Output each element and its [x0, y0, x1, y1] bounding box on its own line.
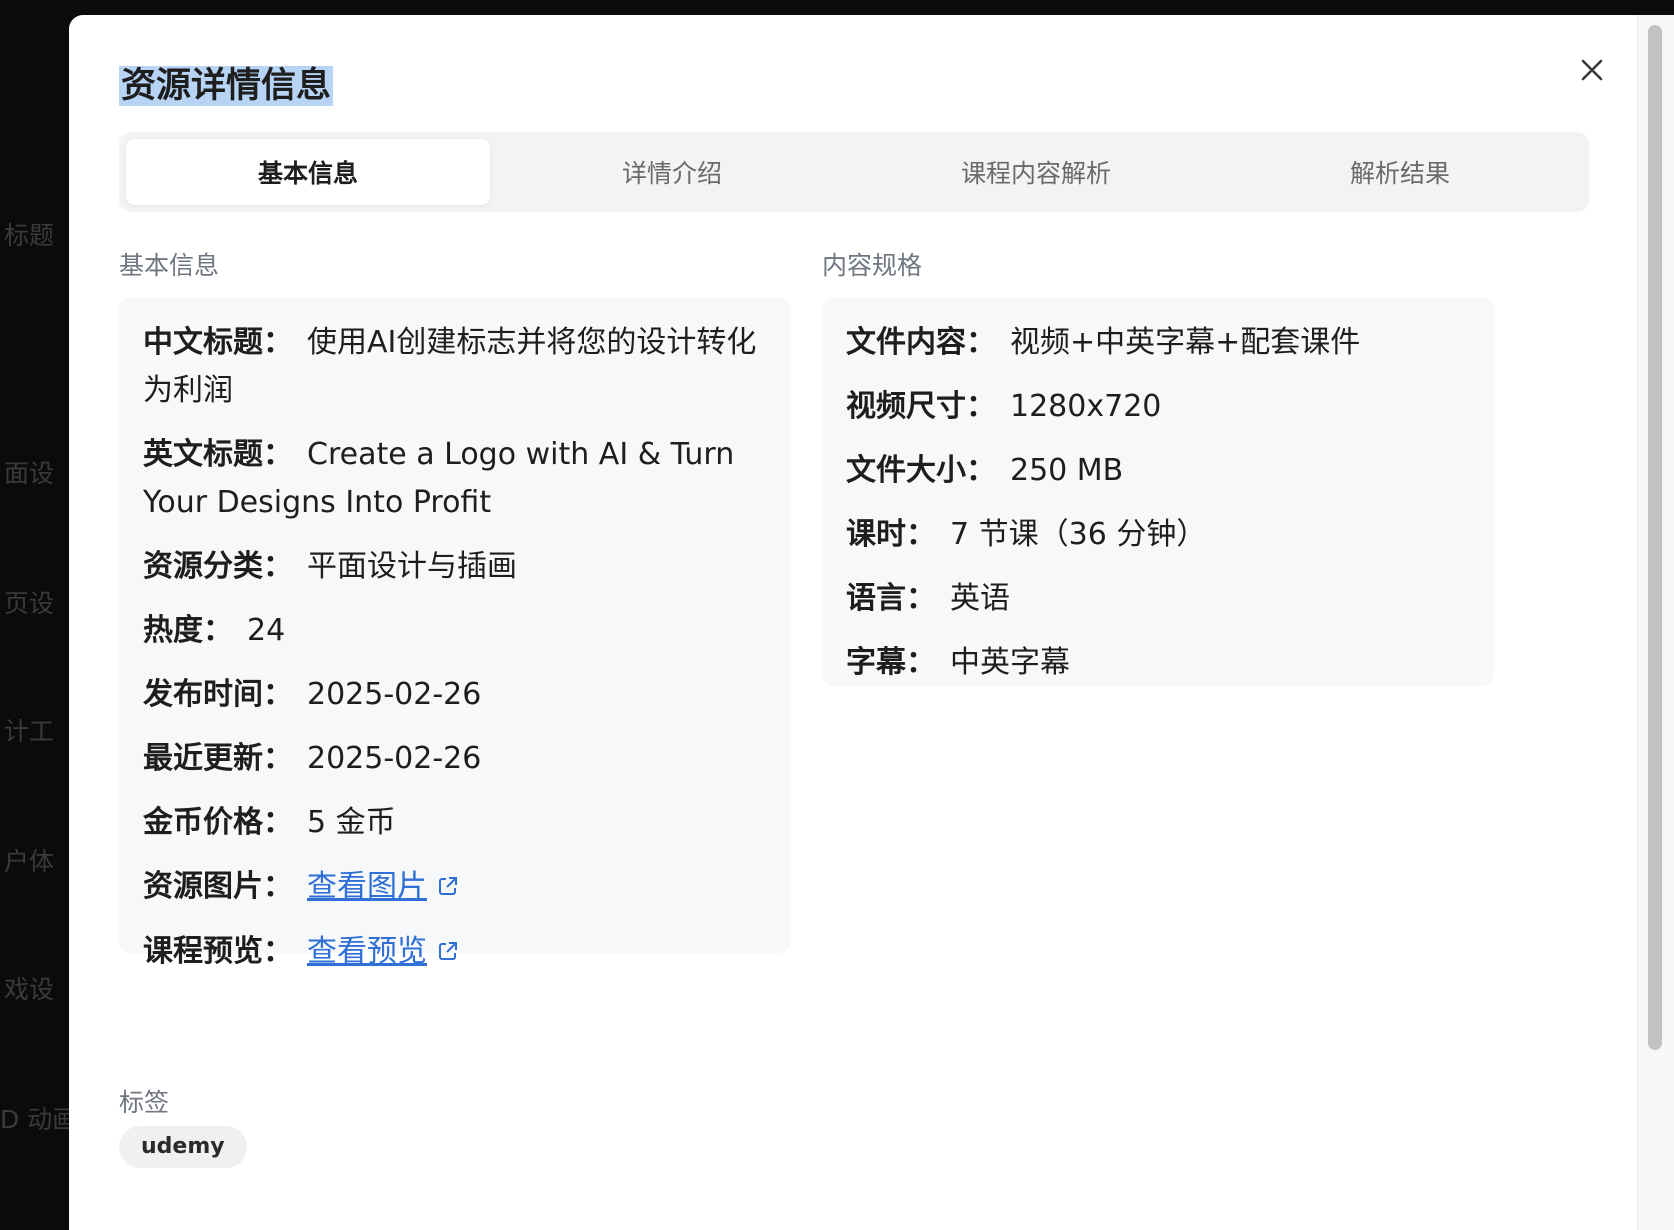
info-row-last-updated: 最近更新： 2025-02-26: [143, 735, 767, 783]
tab-basic-info[interactable]: 基本信息: [126, 139, 490, 205]
info-key: 金币价格：: [143, 805, 293, 840]
info-value: 24: [247, 613, 286, 648]
background-fragment: 页设: [4, 589, 55, 618]
content-spec-section-label: 内容规格: [822, 251, 923, 280]
tab-analysis-result[interactable]: 解析结果: [1218, 139, 1582, 205]
spec-key: 课时：: [846, 517, 936, 552]
info-key: 发布时间：: [143, 677, 293, 712]
dialog-title-text: 资源详情信息: [119, 66, 334, 106]
background-fragment: 户体: [4, 847, 55, 876]
external-link-icon[interactable]: [437, 864, 459, 912]
dialog-title: 资源详情信息: [119, 59, 334, 113]
spec-row-file-size: 文件大小： 250 MB: [846, 447, 1470, 495]
tab-bar: 基本信息 详情介绍 课程内容解析 解析结果: [119, 132, 1589, 212]
content-spec-panel: 文件内容： 视频+中英字幕+配套课件 视频尺寸： 1280x720 文件大小： 250…: [822, 297, 1494, 686]
tab-course-content-analysis[interactable]: 课程内容解析: [854, 139, 1218, 205]
info-row-course-preview: 课程预览： 查看预览: [143, 928, 767, 977]
info-key: 最近更新：: [143, 741, 293, 776]
close-button[interactable]: [1572, 50, 1612, 90]
background-fragment: 计工: [4, 717, 55, 746]
info-row-chinese-title: 中文标题： 使用AI创建标志并将您的设计转化为利润: [143, 319, 767, 415]
spec-key: 语言：: [846, 581, 936, 616]
spec-value: 250 MB: [1010, 453, 1124, 488]
info-row-resource-images: 资源图片： 查看图片: [143, 863, 767, 912]
spec-value: 中英字幕: [950, 645, 1070, 680]
basic-info-panel: 中文标题： 使用AI创建标志并将您的设计转化为利润 英文标题： Create a L…: [119, 297, 791, 969]
info-row-english-title: 英文标题： Create a Logo with AI & Turn Your D…: [143, 431, 767, 527]
spec-value: 视频+中英字幕+配套课件: [1010, 325, 1361, 360]
basic-info-section-label: 基本信息: [119, 251, 220, 280]
spec-key: 视频尺寸：: [846, 389, 996, 424]
info-row-publish-date: 发布时间： 2025-02-26: [143, 671, 767, 719]
view-images-link[interactable]: 查看图片: [307, 869, 427, 904]
info-key: 英文标题：: [143, 437, 293, 472]
background-fragment: 面设: [4, 459, 55, 488]
spec-row-video-size: 视频尺寸： 1280x720: [846, 383, 1470, 431]
spec-key: 文件大小：: [846, 453, 996, 488]
spec-row-file-content: 文件内容： 视频+中英字幕+配套课件: [846, 319, 1470, 367]
spec-value: 1280x720: [1010, 389, 1162, 424]
tags-section-label: 标签: [119, 1088, 170, 1117]
info-key: 课程预览：: [143, 934, 293, 969]
background-fragment: 标题: [4, 221, 55, 250]
background-fragment: D 动画: [0, 1105, 78, 1134]
close-icon: [1581, 59, 1603, 81]
info-row-coin-price: 金币价格： 5 金币: [143, 799, 767, 847]
info-value: 2025-02-26: [307, 677, 482, 712]
spec-key: 文件内容：: [846, 325, 996, 360]
resource-detail-dialog: 资源详情信息 基本信息 详情介绍 课程内容解析 解析结果 基本信息 中文标题：使…: [69, 15, 1674, 1230]
info-value: 5 金币: [307, 805, 396, 840]
spec-row-language: 语言： 英语: [846, 575, 1470, 623]
info-key: 中文标题：: [143, 325, 293, 360]
scrollbar-thumb[interactable]: [1648, 25, 1662, 1050]
background-fragment: 戏设: [4, 975, 55, 1004]
tab-detail-intro[interactable]: 详情介绍: [490, 139, 854, 205]
spec-value: 英语: [950, 581, 1010, 616]
info-row-popularity: 热度： 24: [143, 607, 767, 655]
info-key: 资源分类：: [143, 549, 293, 584]
info-row-category: 资源分类： 平面设计与插画: [143, 543, 767, 591]
info-value: 2025-02-26: [307, 741, 482, 776]
external-link-icon[interactable]: [437, 929, 459, 977]
view-preview-link[interactable]: 查看预览: [307, 934, 427, 969]
spec-row-subtitles: 字幕： 中英字幕: [846, 639, 1470, 687]
spec-value: 7 节课（36 分钟）: [950, 517, 1207, 552]
tag-chip[interactable]: udemy: [119, 1126, 247, 1168]
info-key: 资源图片：: [143, 869, 293, 904]
info-key: 热度：: [143, 613, 233, 648]
spec-key: 字幕：: [846, 645, 936, 680]
info-value: 平面设计与插画: [307, 549, 517, 584]
spec-row-lessons: 课时： 7 节课（36 分钟）: [846, 511, 1470, 559]
